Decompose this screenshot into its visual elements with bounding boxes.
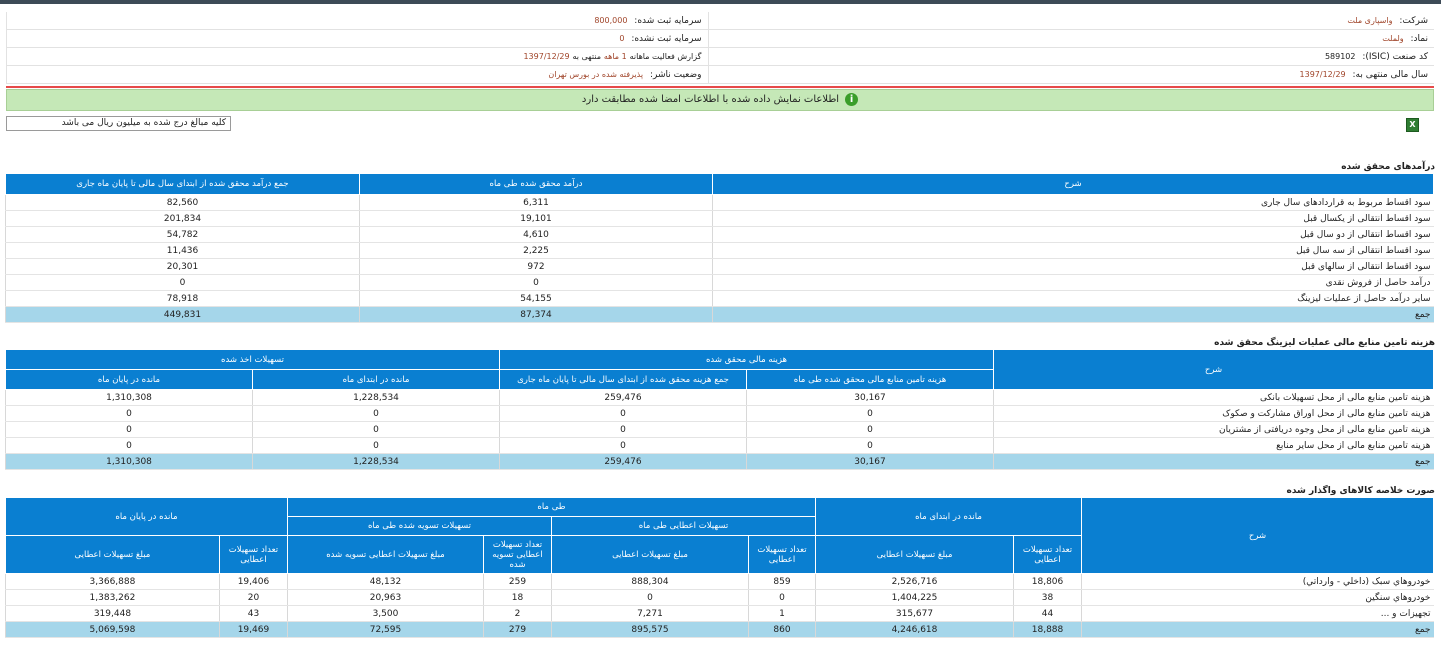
table-row: هزینه تامین منابع مالی از محل سایر منابع… [5, 437, 1434, 454]
goods-table: شرح مانده در ابتدای ماه طی ماه مانده در … [4, 497, 1434, 638]
total-row: جمع 18,888 4,246,618 860 895,575 279 72,595 19,… [4, 621, 1434, 638]
group-settled: تسهیلات تسویه شده طی ماه [286, 516, 552, 536]
excel-icon[interactable]: X [1406, 118, 1419, 132]
col-desc: شرح [993, 349, 1434, 390]
group-start: مانده در ابتدای ماه [814, 497, 1083, 536]
total-row: جمع 87,374 449,831 [5, 306, 1434, 323]
table-row: خودروهاي سنگين 38 1,404,225 0 0 18 20,963 20 1,3… [4, 589, 1434, 606]
col-ytd-revenue: جمع درآمد محقق شده از ابتدای سال مالی تا… [5, 173, 360, 195]
reg-capital-cell: سرمایه ثبت شده: 800,000 [5, 12, 708, 30]
publisher-value: پذیرفته شده در بورس تهران [548, 69, 644, 79]
company-info: شرکت: واسپاری ملت سرمایه ثبت شده: 800,00… [5, 12, 1434, 84]
report-cell: گزارش فعالیت ماهانه 1 ماهه منتهی به 1397… [5, 47, 708, 66]
group-finance-cost: هزینه مالی محقق شده [499, 349, 994, 370]
top-bar [0, 0, 1441, 4]
col-month-revenue: درآمد محقق شده طی ماه [359, 173, 713, 195]
company-value: واسپاری ملت [1347, 15, 1393, 25]
col-desc: شرح [712, 173, 1434, 195]
group-month: طی ماه [286, 497, 816, 517]
col-desc: شرح [1081, 497, 1434, 574]
group-loans: تسهیلات اخذ شده [5, 349, 500, 370]
table-row: هزینه تامین منابع مالی از محل وجوه دریاف… [5, 421, 1434, 438]
revenue-title: درآمدهای محقق شده [1341, 162, 1435, 172]
fiscal-value: 1397/12/29 [1299, 69, 1346, 79]
group-granted: تسهیلات اعطایی طی ماه [550, 516, 816, 536]
table-row: سود اقساط انتقالی از یکسال قبل 19,101 201,… [5, 210, 1434, 227]
revenue-table: شرح درآمد محقق شده طی ماه جمع درآمد محقق… [5, 173, 1434, 323]
fiscal-cell: سال مالی منتهی به: 1397/12/29 [707, 65, 1434, 84]
isic-cell: کد صنعت (ISIC): 589102 [707, 47, 1434, 66]
table-row: سود اقساط انتقالی از سالهای قبل 972 20,301 [5, 258, 1434, 275]
table-row: خودروهاي سبک (داخلي - وارداتي) 18,806 2,52… [4, 573, 1434, 590]
isic-value: 589102 [1324, 51, 1356, 61]
info-icon: i [845, 92, 859, 106]
goods-title: صورت خلاصه کالاهای واگذار شده [1286, 486, 1436, 496]
unreg-capital-cell: سرمایه ثبت نشده: 0 [5, 29, 708, 48]
publisher-cell: وضعیت ناشر: پذیرفته شده در بورس تهران [5, 65, 708, 84]
table-row: هزینه تامین منابع مالی از محل اوراق مشار… [5, 405, 1434, 422]
finance-table: شرح هزینه مالی محقق شده تسهیلات اخذ شده … [5, 349, 1434, 470]
report-date: 1397/12/29 [523, 51, 570, 61]
group-end: مانده در پایان ماه [4, 497, 288, 536]
symbol-cell: نماد: ولملت [707, 29, 1434, 48]
table-row: درآمد حاصل از فروش نقدی 0 0 [5, 274, 1434, 291]
table-row: هزینه تامین منابع مالی از محل تسهیلات با… [5, 389, 1434, 406]
table-row: سود اقساط انتقالی از دو سال قبل 4,610 54,7… [5, 226, 1434, 243]
reg-capital-value: 800,000 [594, 15, 628, 25]
company-cell: شرکت: واسپاری ملت [707, 12, 1434, 30]
divider-line [6, 86, 1434, 88]
units-note: کلیه مبالغ درج شده به میلیون ریال می باش… [6, 116, 231, 131]
signature-match-banner: iاطلاعات نمایش داده شده با اطلاعات امضا … [6, 89, 1434, 111]
symbol-value: ولملت [1382, 33, 1404, 43]
table-row: تجهيزات و ... 44 315,677 1 7,271 2 3,500 43 319,… [4, 605, 1434, 622]
table-row: سود اقساط مربوط به قراردادهای سال جاری 6,… [5, 194, 1434, 211]
table-row: سود اقساط انتقالی از سه سال قبل 2,225 11,4… [5, 242, 1434, 259]
total-row: جمع 30,167 259,476 1,228,534 1,310,308 [5, 453, 1434, 470]
unreg-capital-value: 0 [619, 33, 625, 43]
table-row: سایر درآمد حاصل از عملیات لیزینگ 54,155 78… [5, 290, 1434, 307]
finance-title: هزینه تامین منابع مالی عملیات لیزینگ محق… [1214, 338, 1435, 348]
